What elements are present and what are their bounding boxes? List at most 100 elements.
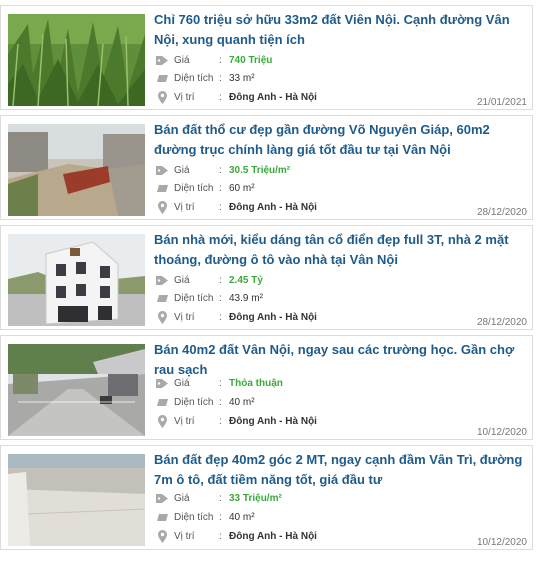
separator: : (219, 72, 222, 84)
map-pin-icon (154, 90, 170, 104)
location-value: Đông Anh - Hà Nội (229, 201, 317, 213)
area-row: Diện tích : 40 m² (154, 509, 255, 525)
price-tag-icon (154, 163, 170, 177)
separator: : (219, 91, 222, 103)
area-row: Diện tích : 43.9 m² (154, 290, 263, 306)
area-icon (154, 395, 170, 409)
separator: : (219, 54, 222, 66)
listing-title[interactable]: Chỉ 760 triệu sở hữu 33m2 đất Viên Nội. … (154, 10, 534, 50)
listing-list: Chỉ 760 triệu sở hữu 33m2 đất Viên Nội. … (0, 0, 548, 564)
separator: : (219, 201, 222, 213)
area-row: Diện tích : 60 m² (154, 180, 255, 196)
separator: : (219, 274, 222, 286)
listing-card[interactable]: Bán đất thổ cư đẹp gần đường Võ Nguyên G… (0, 115, 533, 220)
price-row: Giá : 2.45 Tỷ (154, 272, 263, 288)
price-value: 33 Triệu/m² (229, 492, 282, 504)
listing-photo-image (8, 454, 145, 546)
location-value: Đông Anh - Hà Nội (229, 311, 317, 323)
area-row: Diện tích : 40 m² (154, 394, 255, 410)
price-tag-icon (154, 376, 170, 390)
post-date: 10/12/2020 (476, 427, 527, 438)
price-label: Giá (174, 54, 190, 66)
separator: : (219, 311, 222, 323)
price-label: Giá (174, 164, 190, 176)
separator: : (219, 377, 222, 389)
listing-card[interactable]: Bán đất đẹp 40m2 góc 2 MT, ngay cạnh đầm… (0, 445, 533, 550)
location-row: Vị trí : Đông Anh - Hà Nội (154, 199, 317, 215)
price-value: 740 Triệu (229, 54, 273, 66)
listing-title[interactable]: Bán nhà mới, kiểu dáng tân cổ điển đẹp f… (154, 230, 534, 270)
price-tag-icon (154, 491, 170, 505)
listing-title[interactable]: Bán 40m2 đất Vân Nội, ngay sau các trườn… (154, 340, 534, 380)
listing-photo[interactable] (8, 344, 145, 436)
area-label: Diện tích (174, 292, 214, 304)
area-label: Diện tích (174, 396, 214, 408)
location-label: Vị trí (174, 201, 195, 213)
area-value: 40 m² (229, 511, 255, 523)
post-date: 28/12/2020 (476, 317, 527, 328)
location-label: Vị trí (174, 530, 195, 542)
separator: : (219, 415, 222, 427)
price-label: Giá (174, 492, 190, 504)
location-label: Vị trí (174, 415, 195, 427)
price-label: Giá (174, 274, 190, 286)
listing-photo-image (8, 14, 145, 106)
separator: : (219, 292, 222, 304)
post-date: 10/12/2020 (476, 537, 527, 548)
price-row: Giá : 30.5 Triệu/m² (154, 162, 290, 178)
listing-card[interactable]: Bán 40m2 đất Vân Nội, ngay sau các trườn… (0, 335, 533, 440)
map-pin-icon (154, 200, 170, 214)
area-value: 43.9 m² (229, 292, 263, 304)
listing-photo-image (8, 344, 145, 436)
listing-photo-image (8, 234, 145, 326)
area-label: Diện tích (174, 182, 214, 194)
listing-photo[interactable] (8, 454, 145, 546)
listing-card[interactable]: Chỉ 760 triệu sở hữu 33m2 đất Viên Nội. … (0, 5, 533, 110)
area-row: Diện tích : 33 m² (154, 70, 255, 86)
area-value: 40 m² (229, 396, 255, 408)
map-pin-icon (154, 310, 170, 324)
listing-photo-image (8, 124, 145, 216)
location-label: Vị trí (174, 311, 195, 323)
listing-photo[interactable] (8, 124, 145, 216)
separator: : (219, 182, 222, 194)
price-row: Giá : 33 Triệu/m² (154, 490, 282, 506)
listing-photo[interactable] (8, 234, 145, 326)
location-value: Đông Anh - Hà Nội (229, 91, 317, 103)
listing-card[interactable]: Bán nhà mới, kiểu dáng tân cổ điển đẹp f… (0, 225, 533, 330)
post-date: 28/12/2020 (476, 207, 527, 218)
area-label: Diện tích (174, 72, 214, 84)
separator: : (219, 511, 222, 523)
separator: : (219, 530, 222, 542)
separator: : (219, 492, 222, 504)
price-row: Giá : 740 Triệu (154, 52, 272, 68)
map-pin-icon (154, 529, 170, 543)
location-label: Vị trí (174, 91, 195, 103)
location-row: Vị trí : Đông Anh - Hà Nội (154, 89, 317, 105)
price-value: 2.45 Tỷ (229, 274, 263, 286)
price-label: Giá (174, 377, 190, 389)
listing-photo[interactable] (8, 14, 145, 106)
separator: : (219, 164, 222, 176)
area-icon (154, 181, 170, 195)
area-value: 60 m² (229, 182, 255, 194)
location-value: Đông Anh - Hà Nội (229, 530, 317, 542)
post-date: 21/01/2021 (476, 97, 527, 108)
price-value: 30.5 Triệu/m² (229, 164, 291, 176)
location-row: Vị trí : Đông Anh - Hà Nội (154, 413, 317, 429)
area-icon (154, 71, 170, 85)
location-row: Vị trí : Đông Anh - Hà Nội (154, 309, 317, 325)
price-value: Thỏa thuận (229, 377, 283, 389)
area-icon (154, 510, 170, 524)
area-label: Diện tích (174, 511, 214, 523)
listing-title[interactable]: Bán đất đẹp 40m2 góc 2 MT, ngay cạnh đầm… (154, 450, 534, 490)
listing-title[interactable]: Bán đất thổ cư đẹp gần đường Võ Nguyên G… (154, 120, 534, 160)
location-value: Đông Anh - Hà Nội (229, 415, 317, 427)
price-row: Giá : Thỏa thuận (154, 375, 283, 391)
separator: : (219, 396, 222, 408)
map-pin-icon (154, 414, 170, 428)
area-value: 33 m² (229, 72, 255, 84)
area-icon (154, 291, 170, 305)
price-tag-icon (154, 53, 170, 67)
location-row: Vị trí : Đông Anh - Hà Nội (154, 528, 317, 544)
